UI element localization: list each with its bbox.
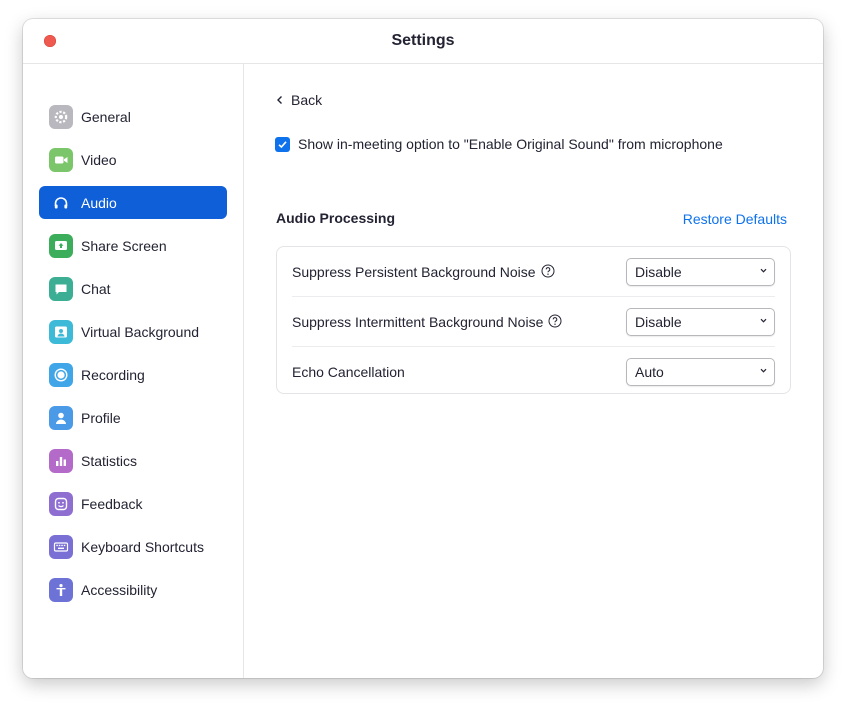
chat-bubble-icon xyxy=(49,276,73,301)
sidebar-item-share-screen[interactable]: Share Screen xyxy=(39,229,227,262)
original-sound-label: Show in-meeting option to "Enable Origin… xyxy=(298,136,723,152)
keyboard-icon xyxy=(49,534,73,559)
restore-defaults-link[interactable]: Restore Defaults xyxy=(683,211,787,227)
intermittent-noise-select[interactable]: Disable xyxy=(626,308,775,336)
audio-settings-panel: Back Show in-meeting option to "Enable O… xyxy=(244,64,823,678)
sidebar-item-label: Feedback xyxy=(81,495,143,512)
sidebar-item-label: Virtual Background xyxy=(81,323,200,340)
chevron-down-icon xyxy=(760,268,767,273)
select-value: Disable xyxy=(635,264,682,280)
smiley-icon xyxy=(49,491,73,516)
sidebar-item-feedback[interactable]: Feedback xyxy=(39,487,227,520)
share-screen-icon xyxy=(49,233,73,258)
person-icon xyxy=(49,405,73,430)
record-icon xyxy=(49,362,73,387)
sidebar-item-keyboard-shortcuts[interactable]: Keyboard Shortcuts xyxy=(39,530,227,563)
sidebar-item-audio[interactable]: Audio xyxy=(39,186,227,219)
persistent-noise-select[interactable]: Disable xyxy=(626,258,775,286)
persistent-noise-row: Suppress Persistent Background Noise Dis… xyxy=(292,247,775,297)
bar-chart-icon xyxy=(49,448,73,473)
select-value: Auto xyxy=(635,364,664,380)
original-sound-checkbox[interactable] xyxy=(275,136,290,152)
echo-cancellation-row: Echo Cancellation Auto xyxy=(292,347,775,397)
sidebar-item-recording[interactable]: Recording xyxy=(39,358,227,391)
sidebar-item-statistics[interactable]: Statistics xyxy=(39,444,227,477)
settings-sidebar: General Video Audio Share Screen Chat Vi… xyxy=(23,64,244,678)
persistent-noise-label: Suppress Persistent Background Noise xyxy=(292,264,536,280)
sidebar-item-label: Profile xyxy=(81,409,121,426)
echo-cancellation-label: Echo Cancellation xyxy=(292,364,405,380)
back-label: Back xyxy=(291,92,323,108)
sidebar-item-chat[interactable]: Chat xyxy=(39,272,227,305)
person-background-icon xyxy=(49,319,73,344)
sidebar-item-label: Chat xyxy=(81,280,111,297)
accessibility-icon xyxy=(49,577,73,602)
sidebar-item-label: Accessibility xyxy=(81,581,158,598)
intermittent-noise-label: Suppress Intermittent Background Noise xyxy=(292,314,544,330)
headphones-icon xyxy=(49,191,73,215)
gear-icon xyxy=(49,104,73,129)
intermittent-noise-row: Suppress Intermittent Background Noise D… xyxy=(292,297,775,347)
chevron-down-icon xyxy=(760,368,767,373)
sidebar-item-general[interactable]: General xyxy=(39,100,227,133)
chevron-down-icon xyxy=(760,318,767,323)
sidebar-item-label: Statistics xyxy=(81,452,138,469)
sidebar-item-label: Share Screen xyxy=(81,237,167,254)
original-sound-option: Show in-meeting option to "Enable Origin… xyxy=(275,136,723,152)
audio-processing-title: Audio Processing xyxy=(276,210,396,226)
title-bar: Settings xyxy=(23,19,823,64)
sidebar-item-profile[interactable]: Profile xyxy=(39,401,227,434)
help-icon[interactable] xyxy=(541,264,555,278)
help-icon[interactable] xyxy=(548,314,562,328)
window-title: Settings xyxy=(391,32,455,49)
select-value: Disable xyxy=(635,314,682,330)
settings-window: Settings General Video Audio Share Scree… xyxy=(23,19,823,678)
sidebar-item-label: Audio xyxy=(81,194,117,211)
back-button[interactable]: Back xyxy=(275,92,322,108)
sidebar-item-label: Video xyxy=(81,151,117,168)
audio-processing-panel: Suppress Persistent Background Noise Dis… xyxy=(276,246,791,394)
checkmark-icon xyxy=(278,140,287,148)
sidebar-item-virtual-background[interactable]: Virtual Background xyxy=(39,315,227,348)
echo-cancellation-select[interactable]: Auto xyxy=(626,358,775,386)
video-camera-icon xyxy=(49,147,73,172)
sidebar-item-label: Recording xyxy=(81,366,145,383)
sidebar-item-label: Keyboard Shortcuts xyxy=(81,538,204,555)
sidebar-item-video[interactable]: Video xyxy=(39,143,227,176)
chevron-left-icon xyxy=(277,96,282,104)
sidebar-item-label: General xyxy=(81,108,131,125)
sidebar-item-accessibility[interactable]: Accessibility xyxy=(39,573,227,606)
